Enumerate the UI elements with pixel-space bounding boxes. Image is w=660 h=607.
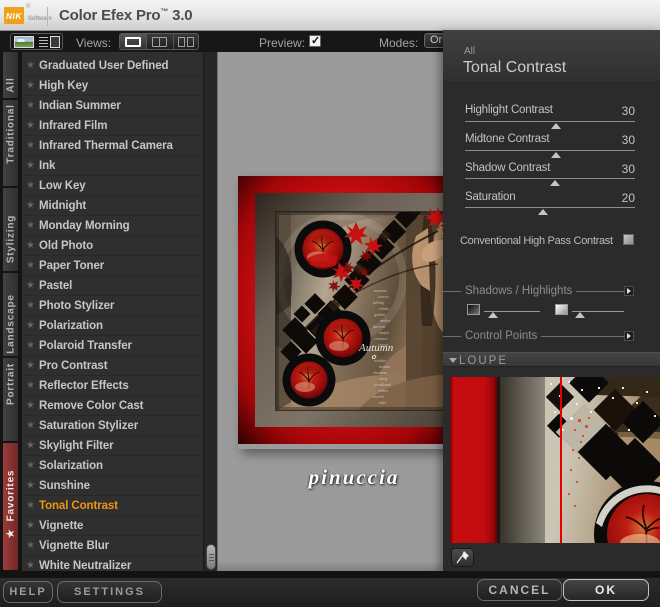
svg-text:winds: winds bbox=[379, 306, 389, 311]
svg-text:woodland: woodland bbox=[374, 382, 391, 387]
svg-text:chestnut: chestnut bbox=[373, 370, 388, 375]
svg-text:autumn: autumn bbox=[374, 288, 387, 293]
svg-text:scarlet: scarlet bbox=[373, 394, 385, 399]
svg-text:bronze: bronze bbox=[379, 364, 390, 369]
svg-text:harvest: harvest bbox=[373, 324, 386, 329]
svg-text:cider: cider bbox=[378, 400, 387, 405]
svg-text:leaves: leaves bbox=[378, 294, 389, 299]
svg-text:maple: maple bbox=[379, 330, 389, 335]
svg-text:Autumn: Autumn bbox=[358, 342, 394, 354]
svg-text:ember: ember bbox=[378, 388, 389, 393]
svg-text:russet: russet bbox=[378, 342, 389, 347]
svg-text:amber: amber bbox=[380, 318, 391, 323]
svg-text:misty: misty bbox=[379, 376, 388, 381]
svg-text:falling: falling bbox=[373, 300, 384, 305]
svg-text:golden: golden bbox=[374, 312, 385, 317]
svg-text:crimson: crimson bbox=[374, 336, 388, 341]
